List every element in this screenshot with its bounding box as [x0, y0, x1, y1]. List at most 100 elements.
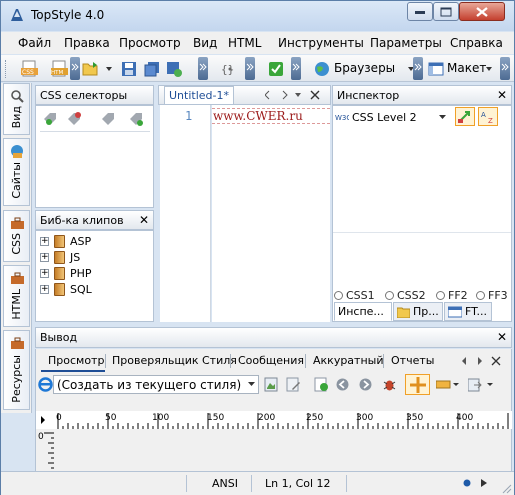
tag-properties-icon[interactable]	[128, 111, 144, 127]
clip-folder-label: ASP	[70, 235, 92, 248]
menu-view-page[interactable]: Просмотр	[119, 36, 181, 50]
new-html-button[interactable]: HTM	[49, 59, 69, 78]
menu-help[interactable]: Справка	[450, 36, 503, 50]
layout-button[interactable]	[426, 59, 446, 78]
sidetab-view[interactable]: Вид	[3, 83, 30, 135]
inspector-tab-preview-label: Пр...	[413, 305, 439, 318]
radio-css1[interactable]: CSS1	[334, 289, 375, 302]
ruler-tick-label: 150	[207, 413, 225, 423]
edit-page-icon[interactable]	[286, 377, 301, 392]
chevron-down-icon[interactable]	[439, 115, 446, 119]
chevron-down-icon	[106, 66, 112, 71]
expand-icon[interactable]: +	[40, 269, 49, 278]
toolbar-overflow-6[interactable]	[500, 57, 510, 80]
inspector-tab-preview[interactable]: Пр...	[393, 302, 443, 321]
forward-icon[interactable]	[359, 378, 372, 391]
tab-prev-icon	[462, 357, 466, 365]
menu-edit[interactable]: Правка	[64, 36, 110, 50]
inspector-sort-button[interactable]	[455, 107, 475, 126]
main-toolbar: CSS HTM {} Браузеры Макет	[1, 55, 514, 82]
export-icon[interactable]	[468, 377, 496, 392]
output-tab-messages[interactable]: Сообщения	[238, 354, 304, 367]
minimize-icon	[415, 10, 425, 14]
toolbar-overflow-3[interactable]	[245, 57, 255, 80]
menu-tools[interactable]: Инструменты	[278, 36, 364, 50]
remove-tag-icon[interactable]	[66, 111, 82, 127]
ruler-options-icon[interactable]	[436, 379, 460, 390]
status-arrow-icon[interactable]	[479, 478, 489, 488]
radio-icon	[476, 291, 485, 300]
radio-icon	[385, 291, 394, 300]
clip-folder-label: PHP	[70, 267, 92, 280]
back-icon[interactable]	[336, 378, 349, 391]
browsers-label[interactable]: Браузеры	[334, 61, 395, 75]
tag-icon[interactable]	[100, 111, 116, 127]
inspector-alpha-button[interactable]: AZ	[478, 107, 498, 126]
expand-icon[interactable]: +	[40, 237, 49, 246]
inspector-tab-ftp[interactable]: FT...	[444, 302, 492, 321]
close-output-icon[interactable]: ✕	[497, 330, 507, 344]
svg-text:A: A	[481, 111, 486, 119]
output-tab-nav	[462, 356, 501, 366]
new-css-button[interactable]: CSS	[19, 59, 39, 78]
braces-button[interactable]: {}	[220, 59, 240, 78]
menu-options[interactable]: Параметры	[370, 36, 442, 50]
expand-icon[interactable]: +	[40, 253, 49, 262]
image-icon[interactable]	[264, 377, 278, 392]
sidetab-css[interactable]: CSS	[3, 210, 30, 262]
open-dropdown[interactable]	[99, 59, 119, 78]
toolbar-overflow-5[interactable]	[413, 57, 423, 80]
inspector-tab-inspector[interactable]: Инспе...	[334, 302, 392, 321]
menu-view[interactable]: Вид	[193, 36, 217, 50]
alpha-sort-icon: AZ	[481, 111, 493, 125]
sidetab-html[interactable]: HTML	[3, 265, 30, 327]
output-tab-tidy[interactable]: Аккуратный	[313, 354, 383, 367]
save-button[interactable]	[119, 59, 139, 78]
toolbar-grip[interactable]	[5, 60, 8, 78]
save-all-button[interactable]	[142, 59, 162, 78]
style-source-select[interactable]: (Создать из текущего стиля)	[53, 375, 259, 394]
sidetab-sites[interactable]: Сайты	[3, 138, 30, 206]
output-tab-style-checker[interactable]: Проверяльщик Стиля	[112, 354, 237, 367]
add-tag-icon[interactable]	[42, 111, 58, 127]
tab-separator	[305, 354, 306, 368]
clips-panel: + ASP + JS + PHP + SQL	[35, 230, 154, 322]
bug-icon[interactable]	[382, 377, 397, 392]
code-editor[interactable]: www.CWER.ru	[212, 105, 330, 322]
book-icon	[54, 251, 65, 264]
browsers-globe[interactable]	[312, 59, 332, 78]
layout-dropdown[interactable]	[479, 59, 499, 78]
resize-grip-icon[interactable]	[500, 482, 512, 494]
book-icon	[54, 283, 65, 296]
radio-ff3[interactable]: FF3	[476, 289, 508, 302]
minimize-button[interactable]	[407, 2, 433, 21]
ruler-tick-label: 200	[258, 413, 276, 423]
output-tab-reports[interactable]: Отчеты	[391, 354, 434, 367]
close-clips-icon[interactable]: ✕	[139, 213, 149, 227]
menu-html[interactable]: HTML	[228, 36, 261, 50]
output-header: Вывод ✕	[35, 327, 512, 348]
close-inspector-icon[interactable]: ✕	[497, 88, 507, 102]
maximize-button[interactable]	[433, 2, 459, 21]
ruler-toggle-button[interactable]	[405, 374, 430, 395]
close-window-button[interactable]	[459, 2, 505, 21]
menu-file[interactable]: Файл	[18, 36, 51, 50]
radio-ff2[interactable]: FF2	[436, 289, 468, 302]
save-as-button[interactable]	[164, 59, 184, 78]
title-bar[interactable]: TopStyle 4.0	[1, 1, 514, 31]
toolbar-overflow-2[interactable]	[198, 57, 208, 80]
ruler-tick-label: 300	[356, 413, 374, 423]
refresh-page-icon[interactable]	[314, 377, 329, 392]
open-button[interactable]	[81, 59, 101, 78]
radio-icon	[334, 291, 343, 300]
radio-css2[interactable]: CSS2	[385, 289, 426, 302]
toolbar-overflow-4[interactable]	[291, 57, 301, 80]
css-level-select[interactable]: CSS Level 2	[352, 111, 417, 124]
editor-tab-untitled[interactable]: Untitled-1*	[164, 86, 234, 104]
expand-icon[interactable]: +	[40, 285, 49, 294]
sidetab-resources[interactable]: Ресурсы	[3, 330, 30, 410]
validate-button[interactable]	[266, 59, 286, 78]
toolbar-overflow-1[interactable]	[70, 57, 80, 80]
output-tab-preview[interactable]: Просмотр	[48, 354, 104, 367]
tab-separator	[105, 354, 106, 368]
